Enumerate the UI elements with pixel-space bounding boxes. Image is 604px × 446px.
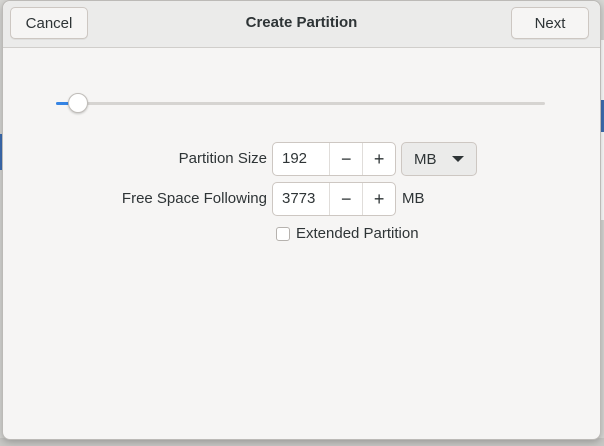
extended-partition-label[interactable]: Extended Partition (296, 225, 419, 242)
partition-size-decrement-button[interactable]: − (329, 143, 362, 175)
partition-size-increment-button[interactable]: + (362, 143, 395, 175)
chevron-down-icon (452, 156, 464, 162)
free-space-spinbutton[interactable]: 3773 − + (272, 182, 396, 216)
next-button[interactable]: Next (511, 7, 589, 39)
partition-size-input[interactable]: 192 (273, 143, 329, 175)
create-partition-dialog: Cancel Create Partition Next Partition S… (2, 0, 601, 440)
free-space-unit: MB (402, 190, 425, 207)
extended-partition-option[interactable]: Extended Partition (276, 225, 419, 242)
free-space-following-label: Free Space Following (121, 190, 267, 207)
slider-handle[interactable] (68, 93, 88, 113)
free-space-input[interactable]: 3773 (273, 183, 329, 215)
partition-size-spinbutton[interactable]: 192 − + (272, 142, 396, 176)
dialog-headerbar: Cancel Create Partition Next (3, 1, 600, 48)
partition-size-label: Partition Size (178, 150, 267, 167)
free-space-increment-button[interactable]: + (362, 183, 395, 215)
partition-size-slider[interactable] (56, 102, 545, 105)
free-space-decrement-button[interactable]: − (329, 183, 362, 215)
partition-size-unit-dropdown[interactable]: MB (401, 142, 477, 176)
extended-partition-checkbox[interactable] (276, 226, 290, 241)
partition-size-unit-value: MB (414, 150, 437, 168)
